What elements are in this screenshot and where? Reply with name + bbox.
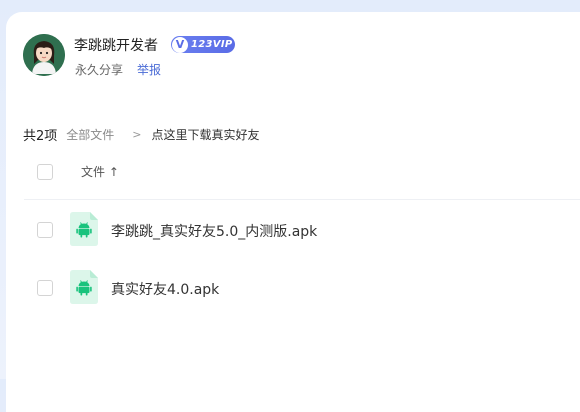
avatar [23,34,65,76]
vip-badge: V 123VIP [171,36,235,53]
breadcrumb-current-folder: 点这里下载真实好友 [151,128,260,142]
share-card: 李跳跳开发者 V 123VIP 永久分享 举报 共2项 全部文件 > 点这里下载… [6,12,580,412]
breadcrumb-all-files[interactable]: 全部文件 [66,126,114,143]
vip-icon: V [172,36,188,53]
item-count: 共2项 [23,129,58,144]
file-row[interactable]: 李跳跳_真实好友5.0_内测版.apk [6,212,580,252]
android-icon [70,212,98,246]
column-header-file[interactable]: 文件 ↑ [81,163,119,180]
report-link[interactable]: 举报 [137,61,161,78]
breadcrumb: 共2项 全部文件 > 点这里下载真实好友 [23,125,260,144]
file-name[interactable]: 李跳跳_真实好友5.0_内测版.apk [111,221,317,241]
android-icon [70,270,98,304]
vip-badge-label: 123VIP [191,39,233,50]
select-all-checkbox[interactable] [37,164,53,180]
header-divider [24,199,580,200]
file-row[interactable]: 真实好友4.0.apk [6,270,580,310]
file-name[interactable]: 真实好友4.0.apk [111,279,219,299]
file-checkbox[interactable] [37,222,53,238]
breadcrumb-separator: > [132,128,142,141]
file-checkbox[interactable] [37,280,53,296]
sharer-name: 李跳跳开发者 [74,38,158,54]
share-type-label: 永久分享 [75,63,124,77]
